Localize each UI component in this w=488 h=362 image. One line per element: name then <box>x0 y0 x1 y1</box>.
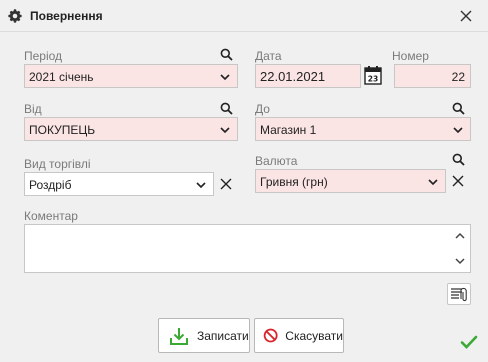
period-search-icon[interactable] <box>219 47 233 61</box>
cancel-button-label: Скасувати <box>285 328 343 343</box>
number-value: 22 <box>451 70 465 84</box>
calendar-icon: 23 <box>364 66 382 85</box>
trade-type-value: Роздріб <box>29 178 72 192</box>
period-select[interactable]: 2021 січень <box>24 64 238 88</box>
chevron-down-icon[interactable] <box>454 256 466 266</box>
date-value: 22.01.2021 <box>260 69 326 84</box>
number-field[interactable]: 22 <box>394 64 471 88</box>
calendar-day: 23 <box>368 75 378 84</box>
from-select[interactable]: ПОКУПЕЦЬ <box>24 117 238 141</box>
attachment-button[interactable] <box>447 283 471 305</box>
chevron-down-icon <box>220 127 230 134</box>
check-icon <box>460 335 478 349</box>
date-field[interactable]: 22.01.2021 <box>255 64 361 88</box>
save-button[interactable]: Записати <box>158 318 250 353</box>
to-search-icon[interactable] <box>451 101 465 115</box>
cancel-icon <box>263 328 278 343</box>
chevron-up-icon[interactable] <box>454 231 466 241</box>
save-button-label: Записати <box>197 328 249 343</box>
status-check <box>459 333 479 351</box>
to-label: До <box>255 102 270 116</box>
currency-label: Валюта <box>255 154 298 168</box>
chevron-down-icon <box>196 182 206 189</box>
comment-label: Коментар <box>24 209 78 223</box>
from-label: Від <box>24 102 42 116</box>
chevron-down-icon <box>453 127 463 134</box>
window-title: Повернення <box>30 9 103 23</box>
currency-value: Гривня (грн) <box>260 175 328 189</box>
gear-icon <box>8 9 22 23</box>
period-value: 2021 січень <box>29 70 94 84</box>
trade-type-label: Вид торгівлі <box>24 157 91 171</box>
cancel-button[interactable]: Скасувати <box>254 318 344 353</box>
currency-clear-button[interactable] <box>451 174 465 188</box>
chevron-down-icon <box>220 74 230 81</box>
to-select[interactable]: Магазин 1 <box>255 117 471 141</box>
currency-select[interactable]: Гривня (грн) <box>255 169 446 193</box>
currency-search-icon[interactable] <box>451 152 465 166</box>
comment-textarea[interactable] <box>24 224 471 273</box>
from-value: ПОКУПЕЦЬ <box>29 123 96 137</box>
close-icon <box>452 175 464 187</box>
save-download-icon <box>170 327 188 345</box>
attachment-icon <box>451 287 467 302</box>
close-icon <box>460 10 472 22</box>
chevron-down-icon <box>428 179 438 186</box>
from-search-icon[interactable] <box>219 101 233 115</box>
calendar-button[interactable]: 23 <box>364 65 382 85</box>
date-label: Дата <box>255 49 282 63</box>
close-button[interactable] <box>456 6 476 26</box>
trade-type-select[interactable]: Роздріб <box>24 172 214 196</box>
close-icon <box>220 178 232 190</box>
to-value: Магазин 1 <box>260 123 317 137</box>
title-bar: Повернення <box>0 0 488 32</box>
number-label: Номер <box>392 49 429 63</box>
period-label: Період <box>24 49 63 63</box>
trade-type-clear-button[interactable] <box>219 177 233 191</box>
